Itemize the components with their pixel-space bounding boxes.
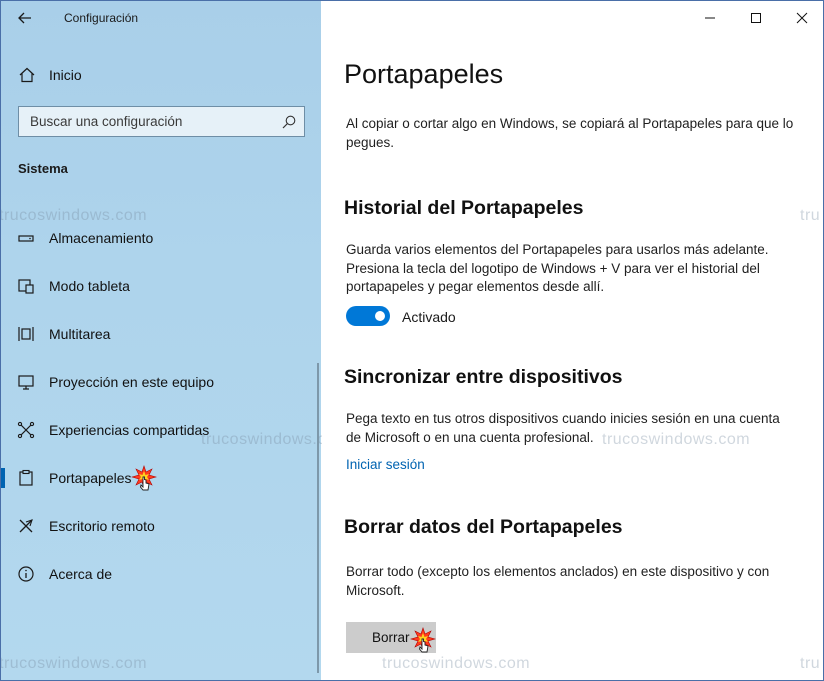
sidebar: Configuración Inicio Buscar una configur… xyxy=(0,1,349,680)
clear-description: Borrar todo (excepto los elementos ancla… xyxy=(346,564,770,598)
sidebar-item-label: Modo tableta xyxy=(49,278,130,294)
watermark: tru xyxy=(800,207,821,224)
home-nav-item[interactable]: Inicio xyxy=(1,59,321,91)
back-button[interactable] xyxy=(11,5,39,31)
multitasking-icon xyxy=(18,327,34,341)
clear-button-label: Borrar xyxy=(372,630,410,645)
clear-heading: Borrar datos del Portapapeles xyxy=(344,516,623,538)
watermark: trucoswindows.com xyxy=(382,655,531,672)
shared-experiences-icon xyxy=(17,421,35,439)
minimize-icon xyxy=(705,17,715,19)
sidebar-item-projecting[interactable]: Proyección en este equipo xyxy=(1,362,321,402)
sidebar-item-label: Escritorio remoto xyxy=(49,518,155,534)
sidebar-item-label: Experiencias compartidas xyxy=(49,422,210,438)
minimize-button[interactable] xyxy=(687,1,733,35)
sidebar-item-label: Acerca de xyxy=(49,566,113,582)
maximize-button[interactable] xyxy=(733,1,779,35)
sign-in-link[interactable]: Iniciar sesión xyxy=(346,457,425,472)
sidebar-item-clipboard[interactable]: Portapapeles xyxy=(1,458,321,498)
sidebar-item-label: Multitarea xyxy=(49,326,111,342)
close-button[interactable] xyxy=(779,1,823,35)
toggle-state-label: Activado xyxy=(402,309,456,325)
history-heading: Historial del Portapapeles xyxy=(344,197,584,219)
sidebar-item-label: Portapapeles xyxy=(49,470,132,486)
info-icon xyxy=(18,566,34,582)
sidebar-item-label: Proyección en este equipo xyxy=(49,374,214,390)
watermark: trucoswindows.com xyxy=(602,431,751,448)
section-title: Sistema xyxy=(18,161,68,176)
title-bar: Configuración xyxy=(1,1,321,35)
sidebar-item-remote-desktop[interactable]: Escritorio remoto xyxy=(1,506,321,546)
home-label: Inicio xyxy=(49,67,82,83)
settings-window: Configuración Inicio Buscar una configur… xyxy=(0,0,824,681)
remote-desktop-icon xyxy=(19,519,33,533)
page-title: Portapapeles xyxy=(344,59,504,89)
sidebar-scrollbar[interactable] xyxy=(317,363,319,673)
sidebar-item-storage[interactable]: Almacenamiento xyxy=(1,218,321,258)
clipboard-icon xyxy=(19,469,33,486)
tablet-mode-icon xyxy=(18,279,34,294)
click-cursor-icon xyxy=(131,465,157,491)
sync-heading: Sincronizar entre dispositivos xyxy=(344,366,623,388)
sidebar-item-label: Almacenamiento xyxy=(49,230,154,246)
active-indicator xyxy=(1,468,5,488)
main-content: Portapapeles Al copiar o cortar algo en … xyxy=(322,1,823,680)
search-input[interactable]: Buscar una configuración xyxy=(18,106,305,137)
sidebar-item-tablet-mode[interactable]: Modo tableta xyxy=(1,266,321,306)
intro-text: Al copiar o cortar algo en Windows, se c… xyxy=(346,116,794,150)
maximize-icon xyxy=(751,13,761,23)
app-title: Configuración xyxy=(64,11,139,25)
back-arrow-icon xyxy=(18,12,31,24)
clipboard-history-toggle[interactable] xyxy=(346,306,390,326)
toggle-knob xyxy=(375,311,385,321)
click-cursor-icon xyxy=(410,627,436,653)
projecting-icon xyxy=(18,375,34,390)
sidebar-item-about[interactable]: Acerca de xyxy=(1,554,321,594)
sidebar-item-multitasking[interactable]: Multitarea xyxy=(1,314,321,354)
history-description: Guarda varios elementos del Portapapeles… xyxy=(346,242,769,294)
storage-icon xyxy=(18,235,34,242)
watermark: tru xyxy=(800,655,821,672)
close-icon xyxy=(796,12,808,24)
watermark: trucoswindows.com xyxy=(0,655,148,672)
search-placeholder: Buscar una configuración xyxy=(30,114,183,129)
home-icon xyxy=(19,67,35,83)
search-icon[interactable] xyxy=(281,114,297,130)
